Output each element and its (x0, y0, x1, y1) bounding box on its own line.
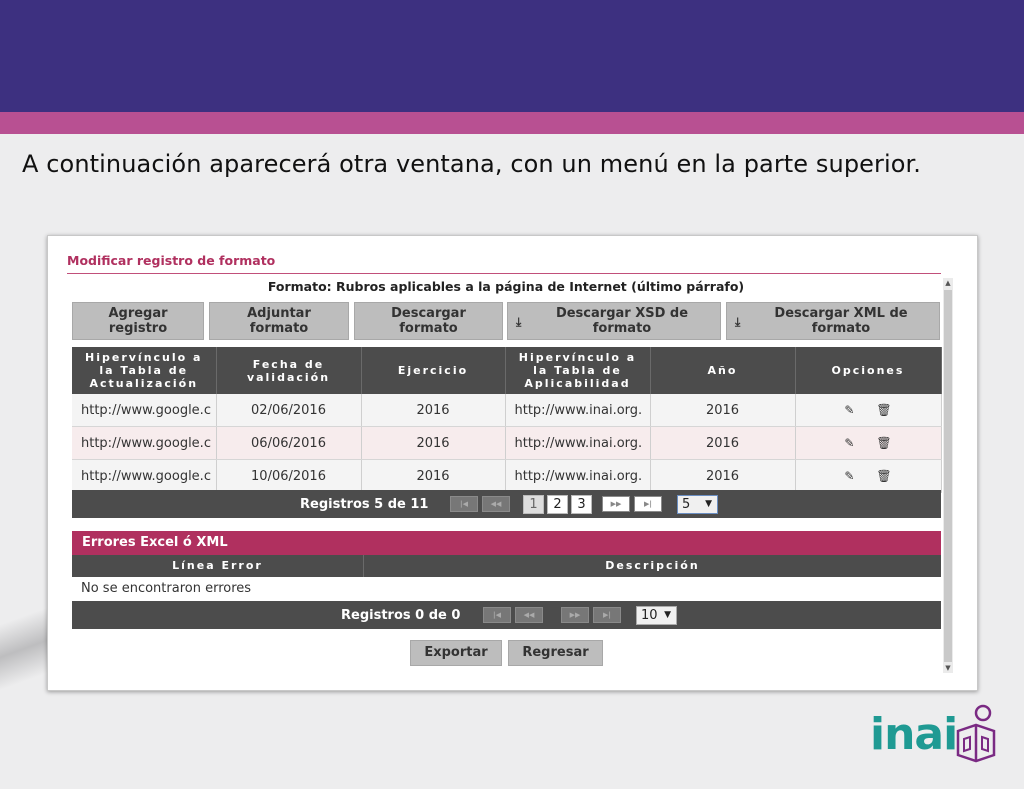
prev-page-icon[interactable]: ◀◀ (482, 496, 510, 512)
errors-empty-row: No se encontraron errores (72, 577, 941, 601)
download-xsd-label: Descargar XSD de formato (555, 306, 689, 336)
records-table: Hipervínculo a la Tabla de Actualización… (72, 347, 942, 493)
pager-info: Registros 0 de 0 (341, 608, 461, 623)
inai-logo: inai (870, 703, 1000, 773)
last-page-icon[interactable]: ▶| (634, 496, 662, 512)
table-row[interactable]: http://www.google.c 10/06/2016 2016 http… (72, 459, 942, 493)
cell-ejercicio: 2016 (361, 394, 506, 427)
vertical-scrollbar[interactable]: ▲ ▼ (943, 278, 953, 673)
prev-page-icon[interactable]: ◀◀ (515, 607, 543, 623)
add-record-button[interactable]: Agregar registro (72, 302, 204, 340)
logo-person-book-icon (956, 704, 996, 763)
cell-opciones: ✎ 🗑 (795, 459, 942, 493)
table-row[interactable]: http://www.google.c 06/06/2016 2016 http… (72, 426, 942, 460)
page-button-2[interactable]: 2 (547, 495, 568, 514)
column-header[interactable]: Hipervínculo a la Tabla de Aplicabilidad (505, 347, 651, 394)
top-banner (0, 0, 1024, 112)
cell-fecha: 06/06/2016 (216, 426, 362, 460)
attach-format-button[interactable]: Adjuntar formato (209, 302, 349, 340)
modify-record-window: Modificar registro de formato ▲ ▼ Format… (47, 235, 978, 691)
download-xsd-button[interactable]: ⤓ Descargar XSD de formato (507, 302, 721, 340)
cell-hipervinculo-actualizacion: http://www.google.c (72, 394, 217, 427)
download-icon: ⤓ (516, 315, 522, 329)
cell-hipervinculo-aplicabilidad: http://www.inai.org. (505, 394, 651, 427)
cell-hipervinculo-actualizacion: http://www.google.c (72, 459, 217, 493)
errors-table-header: Línea Error Descripción (72, 555, 941, 577)
attach-format-label: Adjuntar formato (247, 306, 311, 336)
page-size-value: 10 (641, 608, 658, 623)
format-title: Formato: Rubros aplicables a la página d… (267, 279, 745, 294)
cell-hipervinculo-aplicabilidad: http://www.inai.org. (505, 459, 651, 493)
page-size-select[interactable]: 5 ▼ (677, 495, 718, 514)
pager-info: Registros 5 de 11 (300, 497, 429, 512)
trash-icon[interactable]: 🗑 (876, 403, 891, 417)
cell-anio: 2016 (650, 394, 796, 427)
add-record-label: Agregar registro (108, 306, 168, 336)
cell-hipervinculo-actualizacion: http://www.google.c (72, 426, 217, 460)
trash-icon[interactable]: 🗑 (876, 469, 891, 483)
column-header: Opciones (795, 347, 942, 394)
chevron-down-icon: ▼ (705, 499, 712, 509)
scroll-thumb[interactable] (944, 290, 952, 662)
page-size-select[interactable]: 10 ▼ (636, 606, 677, 625)
download-icon: ⤓ (735, 315, 741, 329)
column-header[interactable]: Hipervínculo a la Tabla de Actualización (72, 347, 217, 394)
first-page-icon[interactable]: |◀ (483, 607, 511, 623)
cell-opciones: ✎ 🗑 (795, 394, 942, 427)
pencil-icon[interactable]: ✎ (844, 469, 854, 483)
download-format-label: Descargar formato (391, 306, 466, 336)
column-header[interactable]: Descripción (364, 555, 941, 577)
back-button[interactable]: Regresar (508, 640, 603, 666)
slide-caption: A continuación aparecerá otra ventana, c… (22, 150, 922, 178)
logo-text: inai (870, 709, 958, 760)
window-title: Modificar registro de formato (67, 253, 276, 268)
column-header[interactable]: Año (650, 347, 796, 394)
errors-pager: Registros 0 de 0 |◀ ◀◀ ▶▶ ▶| 10 ▼ (72, 601, 941, 629)
cell-anio: 2016 (650, 459, 796, 493)
download-xml-label: Descargar XML de formato (774, 306, 908, 336)
cell-hipervinculo-aplicabilidad: http://www.inai.org. (505, 426, 651, 460)
export-button[interactable]: Exportar (410, 640, 502, 666)
pencil-icon[interactable]: ✎ (844, 403, 854, 417)
title-divider (67, 273, 941, 274)
download-xml-button[interactable]: ⤓ Descargar XML de formato (726, 302, 940, 340)
cell-fecha: 02/06/2016 (216, 394, 362, 427)
cell-anio: 2016 (650, 426, 796, 460)
column-header[interactable]: Línea Error (72, 555, 364, 577)
page-size-value: 5 (682, 497, 691, 512)
page-button-1[interactable]: 1 (523, 495, 544, 514)
column-header[interactable]: Fecha de validación (216, 347, 362, 394)
banner-stripe (0, 112, 1024, 134)
column-header[interactable]: Ejercicio (361, 347, 506, 394)
cell-opciones: ✎ 🗑 (795, 426, 942, 460)
next-page-icon[interactable]: ▶▶ (561, 607, 589, 623)
table-row[interactable]: http://www.google.c 02/06/2016 2016 http… (72, 394, 942, 427)
errors-section-title: Errores Excel ó XML (72, 531, 941, 555)
chevron-down-icon: ▼ (664, 610, 671, 620)
scroll-down-icon[interactable]: ▼ (943, 663, 953, 673)
next-page-icon[interactable]: ▶▶ (602, 496, 630, 512)
cell-fecha: 10/06/2016 (216, 459, 362, 493)
last-page-icon[interactable]: ▶| (593, 607, 621, 623)
download-format-button[interactable]: Descargar formato (354, 302, 503, 340)
cell-ejercicio: 2016 (361, 426, 506, 460)
first-page-icon[interactable]: |◀ (450, 496, 478, 512)
records-pager: Registros 5 de 11 |◀ ◀◀ 1 2 3 ▶▶ ▶| 5 ▼ (72, 490, 941, 518)
scroll-up-icon[interactable]: ▲ (943, 278, 953, 288)
cell-ejercicio: 2016 (361, 459, 506, 493)
trash-icon[interactable]: 🗑 (876, 436, 891, 450)
pencil-icon[interactable]: ✎ (844, 436, 854, 450)
page-button-3[interactable]: 3 (571, 495, 592, 514)
